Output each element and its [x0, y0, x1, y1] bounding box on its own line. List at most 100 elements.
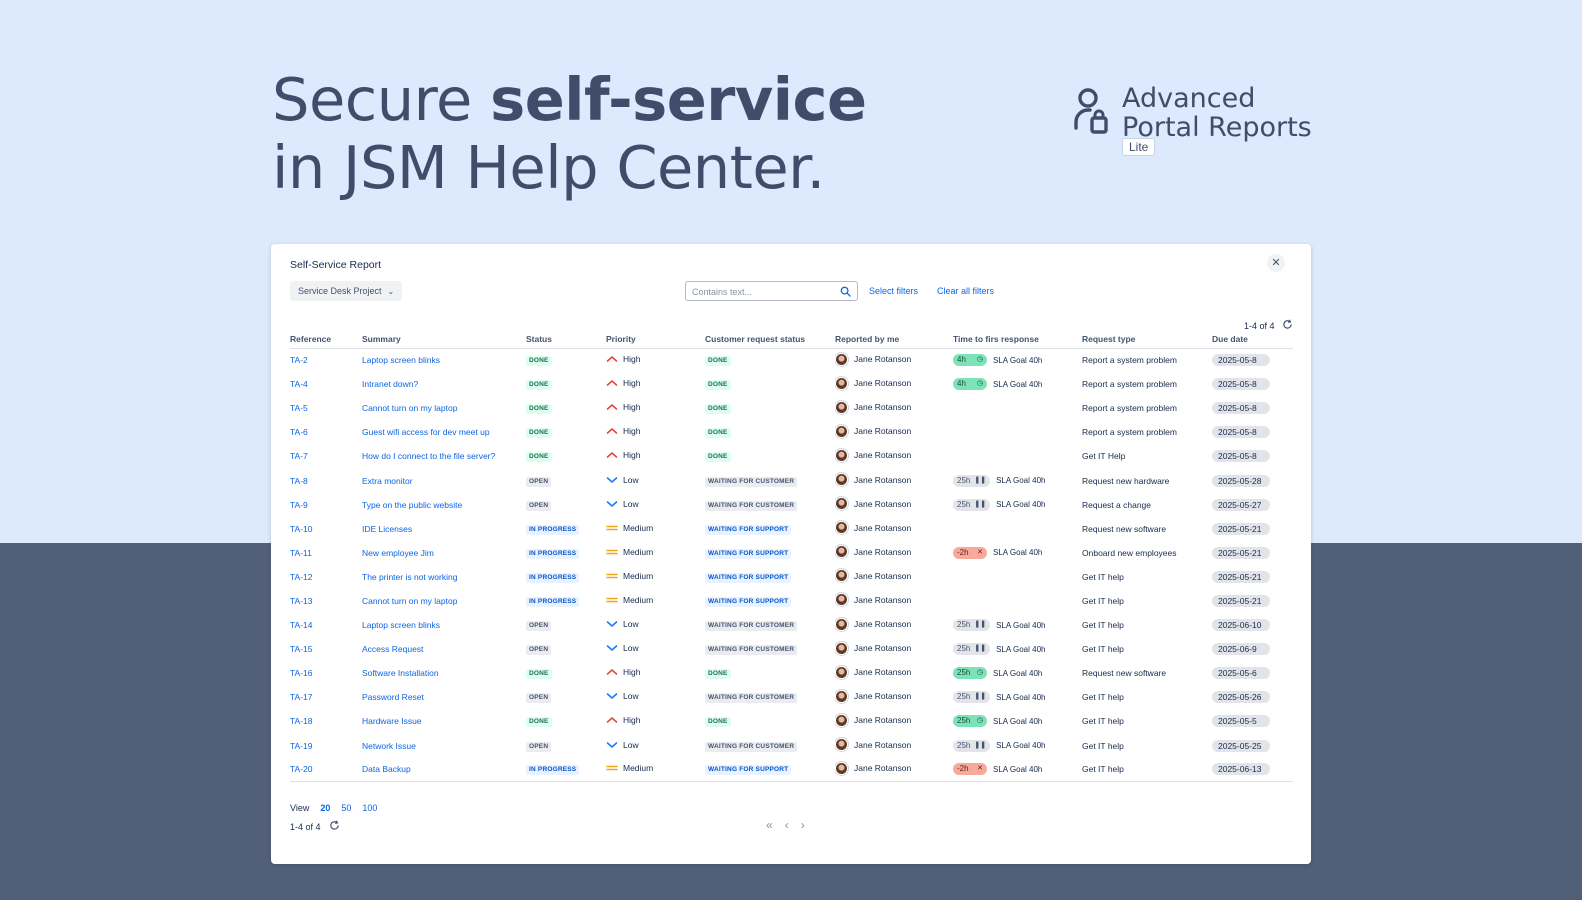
- column-header[interactable]: Summary: [362, 331, 526, 349]
- sla-cell: [953, 420, 1082, 444]
- summary-link[interactable]: Intranet down?: [362, 379, 418, 389]
- reporter: Jane Rotanson: [835, 593, 911, 607]
- table-row[interactable]: TA-16 Software Installation DONE High DONE Ja…: [290, 661, 1293, 685]
- summary-link[interactable]: Laptop screen blinks: [362, 355, 440, 365]
- reference-link[interactable]: TA-4: [290, 379, 308, 389]
- table-row[interactable]: TA-15 Access Request OPEN Low WAITING FOR CU…: [290, 637, 1293, 661]
- sla-cell: 25h ◷ SLA Goal 40h: [953, 709, 1082, 733]
- table-row[interactable]: TA-2 Laptop screen blinks DONE High DONE Jane…: [290, 348, 1293, 372]
- page-size-option-50[interactable]: 50: [341, 803, 351, 813]
- table-row[interactable]: TA-20 Data Backup IN PROGRESS Medium WAITING…: [290, 757, 1293, 783]
- column-header[interactable]: Status: [526, 331, 606, 349]
- status-badge: OPEN: [526, 693, 552, 704]
- summary-link[interactable]: The printer is not working: [362, 572, 457, 582]
- reference-link[interactable]: TA-20: [290, 764, 313, 774]
- table-row[interactable]: TA-12 The printer is not working IN PROGRE…: [290, 565, 1293, 589]
- summary-link[interactable]: Cannot turn on my laptop: [362, 403, 457, 413]
- summary-cell: Hardware Issue: [362, 709, 526, 733]
- table-row[interactable]: TA-7 How do I connect to the file server?…: [290, 444, 1293, 468]
- summary-link[interactable]: IDE Licenses: [362, 524, 412, 534]
- summary-link[interactable]: Network Issue: [362, 741, 416, 751]
- chevron-right-button[interactable]: ›: [801, 818, 805, 832]
- reference-link[interactable]: TA-14: [290, 620, 313, 630]
- reporter-name: Jane Rotanson: [854, 402, 912, 413]
- summary-link[interactable]: Software Installation: [362, 668, 439, 678]
- reference-link[interactable]: TA-5: [290, 403, 308, 413]
- priority: Medium: [606, 595, 653, 605]
- table-row[interactable]: TA-8 Extra monitor OPEN Low WAITING FOR CUST…: [290, 468, 1293, 492]
- customer-status-badge: DONE: [705, 404, 731, 415]
- table-row[interactable]: TA-18 Hardware Issue DONE High DONE Jane Rota…: [290, 709, 1293, 733]
- summary-link[interactable]: Cannot turn on my laptop: [362, 596, 457, 606]
- table-row[interactable]: TA-4 Intranet down? DONE High DONE Jane Rotan…: [290, 372, 1293, 396]
- request-type-cell: Get IT help: [1082, 613, 1212, 637]
- status-cell: DONE: [526, 444, 606, 468]
- column-header[interactable]: Time to firs response: [953, 331, 1082, 349]
- column-header[interactable]: Priority: [606, 331, 705, 349]
- search-input[interactable]: [686, 283, 826, 301]
- reference-link[interactable]: TA-19: [290, 741, 313, 751]
- priority-label: Low: [623, 643, 639, 654]
- table-row[interactable]: TA-5 Cannot turn on my laptop DONE High DONE…: [290, 396, 1293, 420]
- column-header[interactable]: Customer request status: [705, 331, 835, 349]
- summary-cell: Extra monitor: [362, 468, 526, 492]
- reference-link[interactable]: TA-17: [290, 692, 313, 702]
- reference-link[interactable]: TA-8: [290, 476, 308, 486]
- summary-cell: Guest wifi access for dev meet up: [362, 420, 526, 444]
- reference-link[interactable]: TA-15: [290, 644, 313, 654]
- summary-link[interactable]: Password Reset: [362, 692, 424, 702]
- search-icon[interactable]: [840, 286, 851, 297]
- summary-link[interactable]: Extra monitor: [362, 476, 413, 486]
- reference-link[interactable]: TA-13: [290, 596, 313, 606]
- select-filters-button[interactable]: Select filters: [869, 286, 918, 296]
- page-size-option-20[interactable]: 20: [320, 803, 330, 813]
- project-select[interactable]: Service Desk Project ⌄: [290, 281, 403, 301]
- summary-link[interactable]: Guest wifi access for dev meet up: [362, 427, 490, 437]
- summary-link[interactable]: Data Backup: [362, 764, 411, 774]
- page-size-option-100[interactable]: 100: [362, 803, 377, 813]
- table-row[interactable]: TA-11 New employee Jim IN PROGRESS Medium WA…: [290, 541, 1293, 565]
- sla-cell: 25h ❚❚ SLA Goal 40h: [953, 468, 1082, 492]
- table-row[interactable]: TA-6 Guest wifi access for dev meet up DON…: [290, 420, 1293, 444]
- reference-link[interactable]: TA-9: [290, 500, 308, 510]
- column-header[interactable]: Reference: [290, 331, 362, 349]
- table-row[interactable]: TA-13 Cannot turn on my laptop IN PROGRESS…: [290, 589, 1293, 613]
- table-row[interactable]: TA-19 Network Issue OPEN Low WAITING FOR CUS…: [290, 734, 1293, 758]
- reference-link[interactable]: TA-18: [290, 716, 313, 726]
- reference-link[interactable]: TA-2: [290, 355, 308, 365]
- table-row[interactable]: TA-9 Type on the public website OPEN Low WAI…: [290, 493, 1293, 517]
- clear-filters-button[interactable]: Clear all filters: [937, 286, 994, 296]
- summary-link[interactable]: Hardware Issue: [362, 716, 422, 726]
- reference-link[interactable]: TA-7: [290, 451, 308, 461]
- summary-link[interactable]: How do I connect to the file server?: [362, 451, 495, 461]
- reference-link[interactable]: TA-12: [290, 572, 313, 582]
- summary-link[interactable]: New employee Jim: [362, 548, 434, 558]
- reference-link[interactable]: TA-6: [290, 427, 308, 437]
- reference-link[interactable]: TA-16: [290, 668, 313, 678]
- chevron-left-button[interactable]: ‹: [785, 818, 789, 832]
- table-row[interactable]: TA-17 Password Reset OPEN Low WAITING FOR CU…: [290, 685, 1293, 709]
- due-date-cell: 2025-05-26: [1212, 685, 1293, 709]
- refresh-icon[interactable]: [1282, 319, 1293, 330]
- summary-link[interactable]: Access Request: [362, 644, 423, 654]
- column-header[interactable]: Reported by me: [835, 331, 953, 349]
- refresh-icon[interactable]: [329, 820, 340, 831]
- summary-link[interactable]: Laptop screen blinks: [362, 620, 440, 630]
- column-header[interactable]: Due date: [1212, 331, 1293, 349]
- table-row[interactable]: TA-10 IDE Licenses IN PROGRESS Medium WAITIN…: [290, 517, 1293, 541]
- sla-cell: [953, 396, 1082, 420]
- sla-time: 25h: [957, 692, 971, 702]
- double-chevron-left-button[interactable]: «: [766, 818, 773, 832]
- close-button[interactable]: ✕: [1267, 254, 1285, 272]
- priority-low-icon: [606, 693, 618, 700]
- reference-link[interactable]: TA-11: [290, 548, 312, 558]
- reporter-name: Jane Rotanson: [854, 378, 912, 389]
- table-row[interactable]: TA-14 Laptop screen blinks OPEN Low WAITING …: [290, 613, 1293, 637]
- sla-cell: 25h ❚❚ SLA Goal 40h: [953, 493, 1082, 517]
- column-header[interactable]: Request type: [1082, 331, 1212, 349]
- reference-link[interactable]: TA-10: [290, 524, 313, 534]
- priority-cell: Medium: [606, 757, 705, 783]
- search-field[interactable]: [685, 281, 858, 301]
- priority-label: High: [623, 426, 641, 437]
- summary-link[interactable]: Type on the public website: [362, 500, 462, 510]
